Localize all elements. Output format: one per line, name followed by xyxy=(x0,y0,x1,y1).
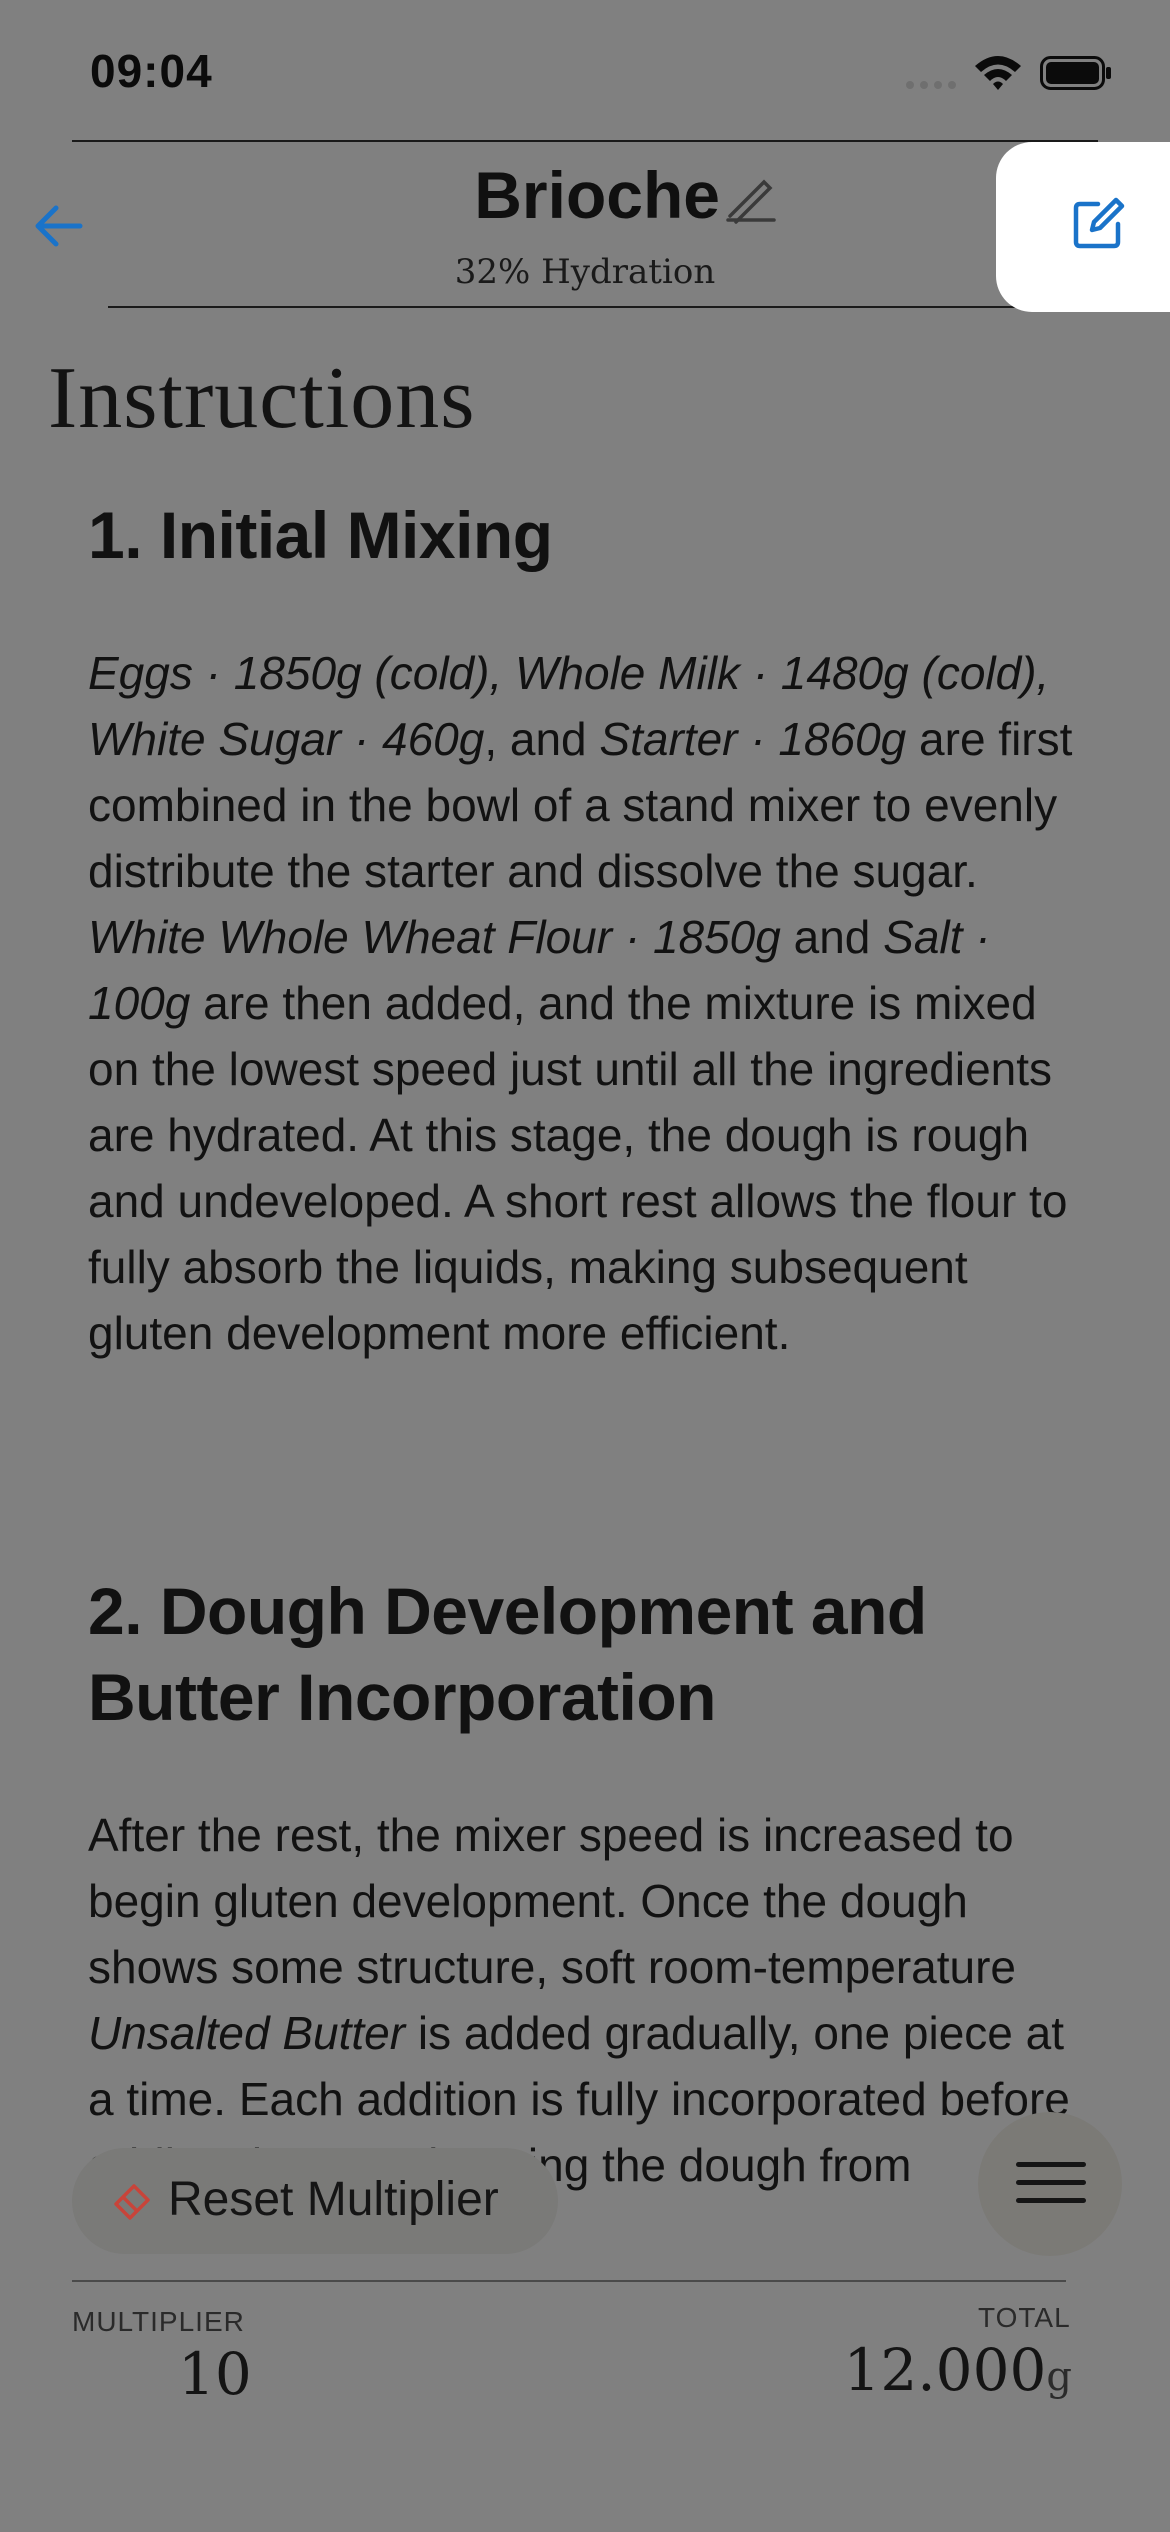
instructions-heading: Instructions xyxy=(48,350,476,447)
ingredient-reference: Unsalted Butter xyxy=(88,2007,406,2059)
step-2-title: 2. Dough Development and Butter Incorpor… xyxy=(88,1574,927,1734)
step-1-title: 1. Initial Mixing xyxy=(88,498,553,572)
multiplier-value[interactable]: 10 xyxy=(178,2340,252,2408)
body-text: are then added, and the mixture is mixed… xyxy=(88,977,1068,1359)
hamburger-icon xyxy=(1016,2162,1086,2203)
total-value: 12.000 xyxy=(843,2336,1047,2404)
signal-icon xyxy=(906,81,956,89)
step-1-body: Eggs · 1850g (cold), Whole Milk · 1480g … xyxy=(88,640,1088,1366)
status-time: 09:04 xyxy=(90,45,213,97)
footer-rule xyxy=(72,2280,1066,2282)
total-label: TOTAL xyxy=(978,2302,1071,2333)
multiplier-label: MULTIPLIER xyxy=(72,2306,245,2337)
compose-icon xyxy=(1073,197,1125,249)
hydration-subtitle: 32% Hydration xyxy=(454,252,716,292)
ingredient-reference: White Whole Wheat Flour · 1850g xyxy=(88,911,781,963)
battery-icon xyxy=(1040,56,1111,90)
back-button[interactable] xyxy=(28,198,92,254)
header-bottom-rule xyxy=(108,306,1064,308)
eraser-icon xyxy=(114,2184,150,2220)
ingredient-reference: Starter · 1860g xyxy=(599,713,907,765)
arrow-left-icon xyxy=(35,205,83,247)
total-display[interactable]: 12.000g xyxy=(840,2336,1072,2404)
recipe-title: Brioche xyxy=(474,158,720,232)
body-text: and xyxy=(780,911,884,963)
reset-multiplier-label: Reset Multiplier xyxy=(168,2173,499,2226)
wifi-icon xyxy=(975,56,1021,90)
body-text: After the rest, the mixer speed is incre… xyxy=(88,1809,1016,1993)
body-text: , and xyxy=(484,713,600,765)
pencil-icon[interactable] xyxy=(720,174,780,224)
header-top-rule xyxy=(72,140,1098,142)
total-unit: g xyxy=(1046,2354,1072,2400)
